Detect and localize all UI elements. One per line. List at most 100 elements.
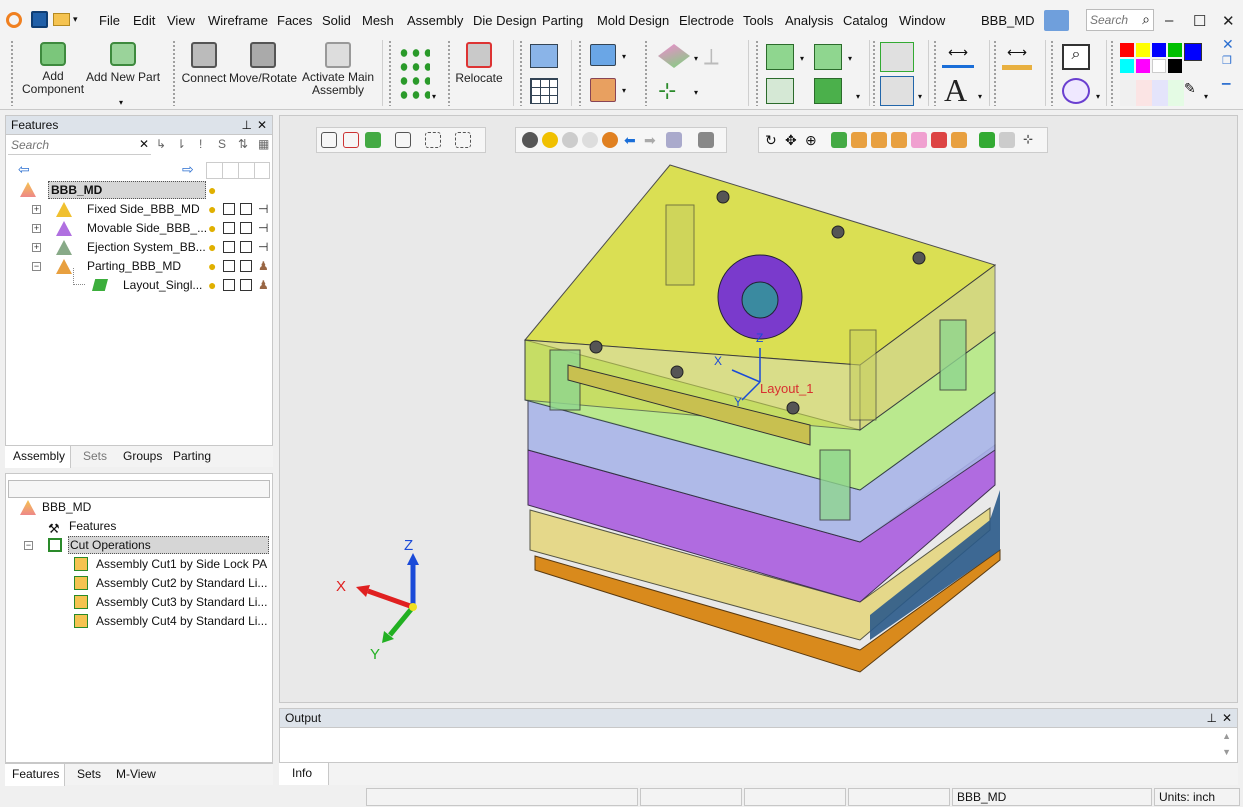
filter-errors-icon[interactable]: ! (199, 137, 202, 151)
grid-icon[interactable]: ▦ (258, 137, 269, 151)
visibility-bulb-icon[interactable]: ● (208, 257, 216, 276)
visibility-bulb-icon[interactable]: ● (208, 276, 216, 295)
toolbar-grip[interactable] (872, 40, 876, 106)
add-new-part-button[interactable]: Add New Part (86, 42, 160, 84)
close-document-icon[interactable]: ✕ (1222, 36, 1234, 53)
tree-row[interactable]: + Ejection System_BB... ● ⊣ (18, 238, 268, 257)
menu-tools[interactable]: Tools (743, 13, 773, 28)
rotate-view-icon[interactable]: ↻ (765, 132, 781, 148)
palette-dropdown-icon[interactable]: ▾ (1204, 92, 1208, 101)
toolbar-grip[interactable] (172, 40, 176, 106)
solid-wedge-icon[interactable] (814, 44, 842, 70)
color-swatch[interactable] (1152, 43, 1166, 57)
toolbar-grip[interactable] (644, 40, 648, 106)
menu-mesh[interactable]: Mesh (362, 13, 394, 28)
expand-icon[interactable]: + (32, 224, 41, 233)
tab-m-view[interactable]: M-View (116, 767, 156, 781)
menu-analysis[interactable]: Analysis (785, 13, 833, 28)
visibility-bulb-icon[interactable]: ● (208, 200, 216, 219)
features-search-box[interactable]: ✕ (8, 136, 151, 155)
tab-parting[interactable]: Parting (173, 449, 211, 463)
sort-icon[interactable]: ⇅ (238, 137, 248, 151)
menu-solid[interactable]: Solid (322, 13, 351, 28)
show-text-icon[interactable] (951, 132, 967, 148)
light-dim-icon[interactable] (562, 132, 578, 148)
tab-features[interactable]: Features (5, 764, 65, 786)
search-box[interactable]: ⌕ (1086, 9, 1154, 31)
menu-electrode[interactable]: Electrode (679, 13, 734, 28)
tree-row[interactable]: + Movable Side_BBB_... ● ⊣ (18, 219, 268, 238)
layer-icon[interactable] (240, 260, 252, 272)
tree-row-root[interactable]: BBB_MD (18, 498, 268, 517)
filter-select-icon[interactable] (395, 132, 411, 148)
layer-icon[interactable] (240, 222, 252, 234)
tree-row[interactable]: Assembly Cut1 by Side Lock PA (18, 555, 268, 574)
maximize-button[interactable]: ☐ (1193, 12, 1206, 30)
close-panel-icon[interactable]: ✕ (257, 118, 267, 132)
quick-access-dropdown-icon[interactable]: ▾ (73, 14, 78, 25)
forward-arrow-icon[interactable]: ⇨ (182, 161, 194, 178)
cavity-tool-icon[interactable] (590, 78, 616, 102)
app-logo-icon[interactable] (6, 12, 22, 28)
light-off-icon[interactable] (522, 132, 538, 148)
layer-icon[interactable] (240, 241, 252, 253)
select-face-icon[interactable] (365, 132, 381, 148)
back-arrow-icon[interactable]: ⇦ (18, 161, 30, 178)
add-component-dropdown-icon[interactable]: ▾ (119, 98, 123, 107)
crossing-select-icon[interactable] (455, 132, 471, 148)
activate-main-assembly-button[interactable]: Activate Main Assembly (300, 42, 376, 97)
cavity-tool-dropdown-icon[interactable]: ▾ (622, 86, 626, 95)
select-box-icon[interactable] (343, 132, 359, 148)
solid-cut-icon[interactable] (814, 78, 842, 104)
menu-window[interactable]: Window (899, 13, 945, 28)
solid-box-icon[interactable] (766, 44, 794, 70)
tab-info[interactable]: Info (279, 763, 329, 785)
tree-row[interactable]: ⚒ Features (18, 517, 268, 536)
menu-faces[interactable]: Faces (277, 13, 312, 28)
tab-groups[interactable]: Groups (123, 449, 162, 463)
show-points-icon[interactable] (891, 132, 907, 148)
color-swatch[interactable] (1184, 43, 1202, 61)
axis-icon[interactable]: ⟂ (704, 44, 734, 70)
link-icon[interactable]: ⊣ (258, 238, 268, 257)
table-icon[interactable] (530, 78, 558, 104)
window-select-icon[interactable] (425, 132, 441, 148)
layer-icon[interactable] (240, 203, 252, 215)
text-dropdown-icon[interactable]: ▾ (978, 92, 982, 101)
features-search-input[interactable] (8, 136, 128, 153)
show-all-icon[interactable] (602, 132, 618, 148)
find-entity-dropdown-icon[interactable]: ▾ (1096, 92, 1100, 101)
color-swatch[interactable] (1120, 43, 1134, 57)
filter-bar[interactable] (8, 480, 270, 498)
add-component-button[interactable]: Add Component (22, 42, 84, 96)
toolbar-grip[interactable] (755, 40, 759, 106)
toolbar-grip[interactable] (993, 40, 997, 106)
solid-cut-dropdown-icon[interactable]: ▾ (856, 92, 860, 101)
hierarchy-icon[interactable] (880, 42, 914, 72)
pin-icon[interactable]: ⊥ (1207, 711, 1217, 725)
measure-icon[interactable]: ⟷ (1002, 44, 1032, 70)
layout-toggle-icon[interactable] (1044, 10, 1069, 31)
open-folder-icon[interactable] (53, 13, 70, 26)
close-panel-icon[interactable]: ✕ (1222, 711, 1232, 725)
solid-wedge-dropdown-icon[interactable]: ▾ (848, 54, 852, 63)
tree-row[interactable]: Assembly Cut2 by Standard Li... (18, 574, 268, 593)
show-planes-icon[interactable] (911, 132, 927, 148)
move-rotate-button[interactable]: Move/Rotate (229, 42, 297, 85)
toolbar-grip[interactable] (10, 40, 14, 106)
toolbar-grip[interactable] (578, 40, 582, 106)
menu-edit[interactable]: Edit (133, 13, 155, 28)
tab-sets[interactable]: Sets (83, 449, 107, 463)
solid-box-dropdown-icon[interactable]: ▾ (800, 54, 804, 63)
status-units[interactable]: Units: inch (1154, 788, 1240, 806)
eyedropper-icon[interactable]: ✎ (1184, 80, 1196, 97)
part-visibility-icon[interactable] (223, 279, 235, 291)
tree-row[interactable]: Assembly Cut3 by Standard Li... (18, 593, 268, 612)
toolbar-grip[interactable] (388, 40, 392, 106)
filter-dependents-icon[interactable]: ⇂ (176, 137, 186, 151)
filter-sets-icon[interactable]: S (218, 137, 226, 151)
menu-file[interactable]: File (99, 13, 120, 28)
tab-sets[interactable]: Sets (77, 767, 101, 781)
find-entity-icon[interactable] (1062, 78, 1090, 104)
tree-row-root[interactable]: BBB_MD ● (18, 181, 268, 200)
